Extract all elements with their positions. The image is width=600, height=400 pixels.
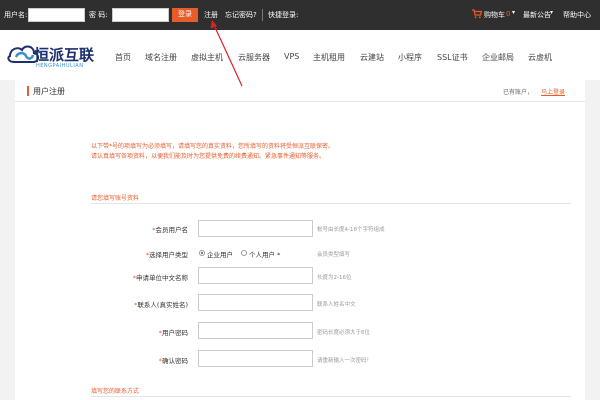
cart-count-badge: 0 (506, 10, 511, 18)
contact-name-hint: 联系人姓名中文 (317, 302, 356, 308)
forgot-password-link[interactable]: 忘记密码? (225, 10, 257, 20)
section-account-heading: 请您填写账号资料 (91, 195, 140, 202)
login-button[interactable]: 登录 (172, 8, 198, 22)
login-now-link[interactable]: 马上登录 (541, 87, 565, 96)
notice-line-1: 以下带*号的项填写为必须填写，请填写您的真实资料，您所填写的资料将受恒派互联保密… (91, 143, 335, 150)
username-label: 用户名: (4, 11, 28, 19)
confirm-password-field[interactable] (198, 350, 313, 367)
divider (91, 203, 571, 204)
divider (91, 396, 571, 397)
contact-name-label: *联系人(真实姓名) (134, 301, 188, 309)
cart-icon[interactable] (472, 9, 482, 19)
nav-item-site-builder[interactable]: 云建站 (360, 52, 384, 63)
top-password-input[interactable] (112, 8, 169, 22)
confirm-password-hint: 请重新输入一次密码！ (317, 358, 373, 364)
title-accent (27, 86, 29, 96)
nav-item-mini-program[interactable]: 小程序 (398, 52, 422, 63)
register-link[interactable]: 注册 (204, 10, 218, 20)
user-type-hint: 会员类型填写 (317, 252, 351, 258)
nav-item-virtual-host[interactable]: 虚拟主机 (191, 52, 223, 63)
title-bar (15, 80, 585, 102)
username-field[interactable] (198, 220, 313, 237)
chevron-down-icon: ▾ (550, 9, 554, 16)
has-account-text: 已有账户， (503, 89, 534, 96)
page-title: 用户注册 (33, 87, 65, 96)
nav-item-email[interactable]: 企业邮局 (482, 52, 514, 63)
divider (262, 9, 263, 21)
contact-name-field[interactable] (198, 294, 313, 311)
section-contact-heading: 填写您的联系方式 (91, 388, 140, 395)
password-field[interactable] (198, 322, 313, 339)
password-hint: 密码长度必须大于6位 (317, 330, 370, 336)
announcement-link[interactable]: 最新公告 (523, 10, 551, 20)
top-username-input[interactable] (28, 8, 85, 22)
nav-item-home[interactable]: 首页 (115, 52, 131, 63)
top-bar: 用户名: 密 码: 登录 注册 忘记密码? 快捷登录: 购物车 0 ▾ 最新公告… (0, 0, 600, 30)
cart-link[interactable]: 购物车 (484, 10, 505, 20)
radio-personal[interactable] (241, 250, 247, 256)
brand-name: 恒派互联 (34, 46, 95, 64)
password-field-label: *用户密码 (158, 329, 188, 337)
confirm-password-label: *确认密码 (158, 357, 188, 365)
company-name-field[interactable] (198, 267, 313, 284)
radio-enterprise[interactable] (199, 250, 205, 256)
nav-item-domain[interactable]: 域名注册 (145, 52, 177, 63)
notice-line-2: 请认真填写各项资料，以便我们能及时为您提供免费的续费通知、紧急事件通知等服务。 (91, 153, 326, 160)
quick-login-label: 快捷登录: (268, 11, 299, 19)
nav-item-cloud-server[interactable]: 云服务器 (238, 52, 270, 63)
company-name-label: *申请单位中文名称 (132, 274, 188, 282)
brand-subtitle: HENGPAIHULIAN (36, 63, 84, 69)
company-name-hint: 长度为2-16位 (317, 275, 352, 281)
username-hint: 帐号由长度4-18个字符组成 (317, 227, 385, 233)
help-center-link[interactable]: 帮助中心 (563, 10, 591, 20)
nav-item-hosting[interactable]: 主机租用 (313, 52, 345, 63)
nav-item-cloud-vm[interactable]: 云虚机 (528, 52, 552, 63)
radio-personal-label: 个人用户 * (249, 251, 281, 259)
chevron-down-icon: ▾ (512, 9, 516, 16)
radio-enterprise-label: 企业用户 (207, 251, 233, 259)
password-label: 密 码: (89, 11, 108, 19)
username-field-label: *会员用户名 (152, 226, 188, 234)
user-type-label: *选择用户类型 (145, 251, 188, 259)
nav-item-vps[interactable]: VPS (284, 52, 299, 61)
nav-item-ssl[interactable]: SSL证书 (437, 52, 468, 63)
